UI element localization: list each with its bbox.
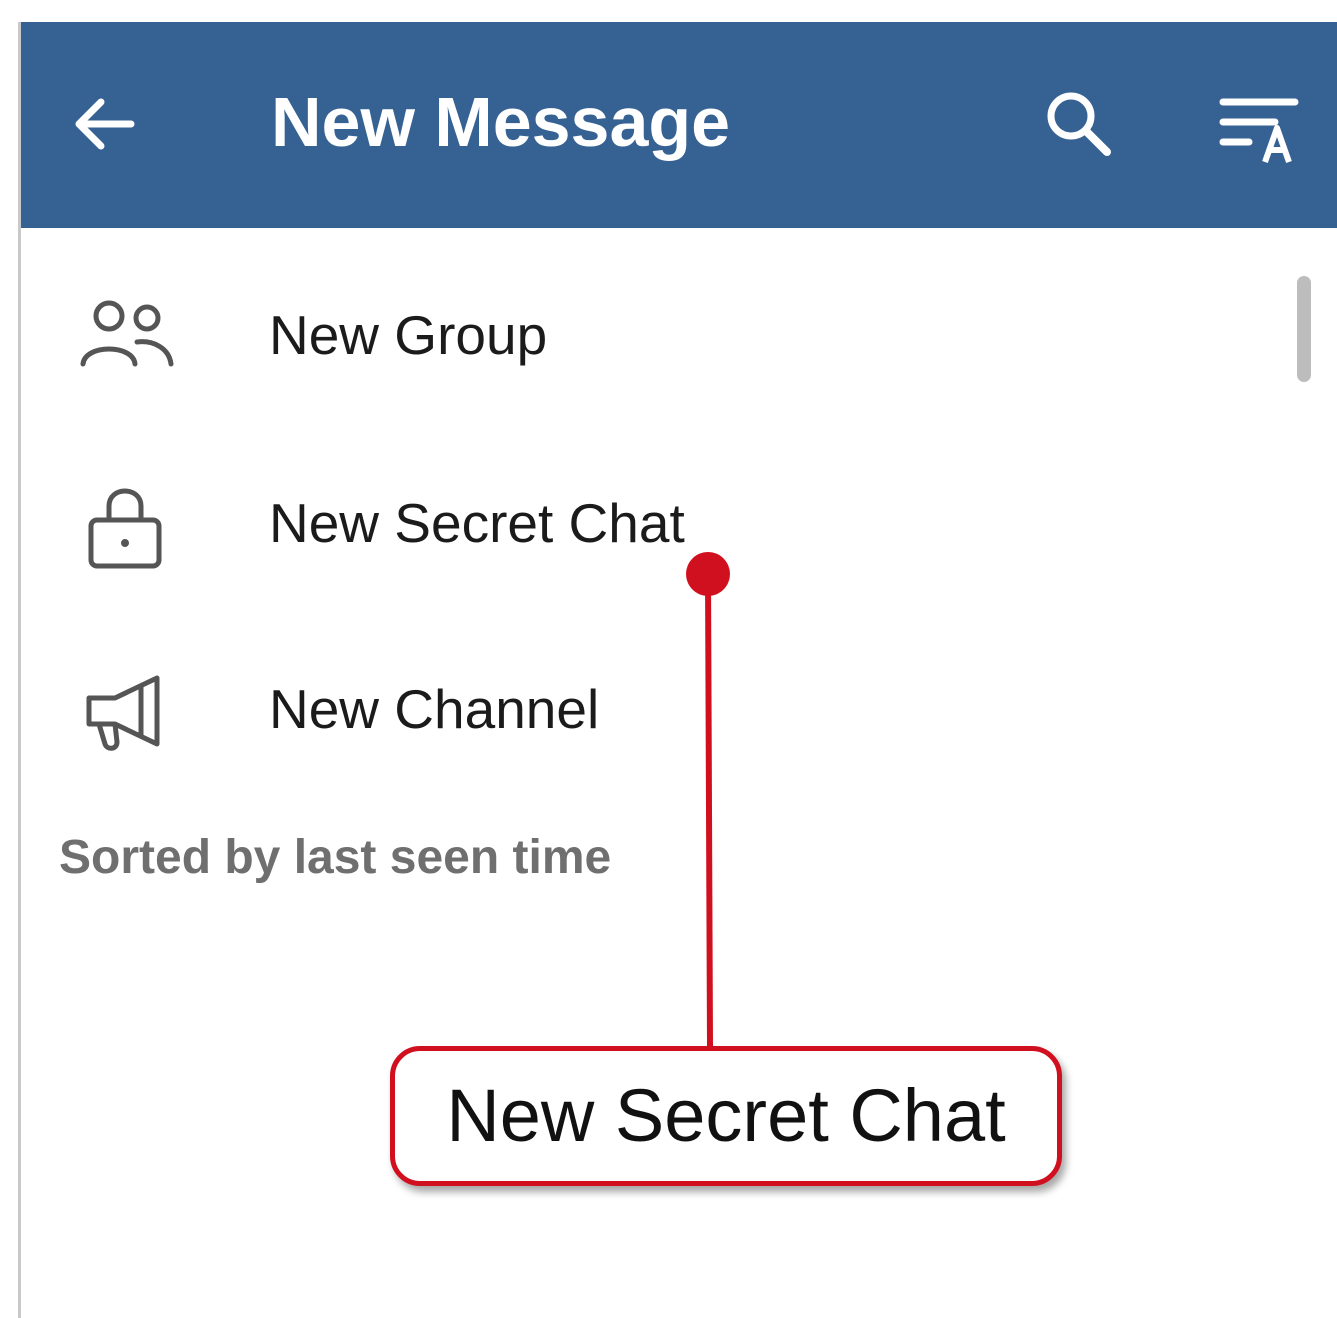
sort-alpha-icon — [1219, 98, 1299, 163]
menu-item-new-group[interactable]: New Group — [21, 274, 1291, 394]
menu-item-new-channel[interactable]: New Channel — [21, 648, 1291, 768]
megaphone-icon — [75, 666, 175, 756]
lock-icon — [75, 480, 175, 570]
screenshot-frame: New Message New Group New Secret Chat Ne… — [0, 0, 1337, 1318]
search-button[interactable] — [1039, 84, 1119, 164]
arrow-left-icon — [75, 98, 135, 150]
search-icon — [1047, 92, 1111, 156]
sort-caption: Sorted by last seen time — [59, 831, 612, 884]
menu-item-label: New Group — [269, 304, 548, 366]
menu-item-label: New Secret Chat — [269, 492, 685, 554]
app-bar: New Message — [21, 22, 1337, 228]
annotation-label: New Secret Chat — [446, 1074, 1006, 1157]
annotation-callout: New Secret Chat — [390, 1046, 1062, 1186]
back-button[interactable] — [65, 84, 145, 164]
group-icon — [75, 292, 175, 382]
menu-item-label: New Channel — [269, 678, 600, 740]
scrollbar[interactable] — [1297, 276, 1311, 382]
menu-item-new-secret-chat[interactable]: New Secret Chat — [21, 462, 1291, 582]
sort-button[interactable] — [1213, 88, 1313, 168]
page-title: New Message — [271, 83, 731, 161]
